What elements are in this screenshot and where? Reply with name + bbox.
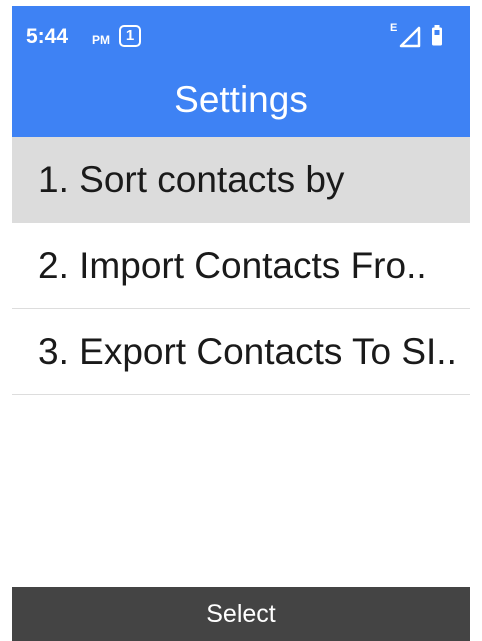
- select-softkey[interactable]: Select: [12, 587, 470, 641]
- status-bar: 5:44 PM 1 E: [12, 6, 470, 66]
- sim-slot-badge: 1: [119, 25, 141, 47]
- status-ampm: PM: [92, 33, 110, 47]
- signal-icon: [399, 26, 421, 48]
- menu-item-import-contacts[interactable]: 2. Import Contacts Fro..: [12, 223, 470, 309]
- status-time: 5:44: [26, 25, 69, 48]
- menu-item-export-contacts[interactable]: 3. Export Contacts To SI..: [12, 309, 470, 395]
- app-header: 5:44 PM 1 E Settings: [12, 6, 470, 137]
- network-type: E: [390, 22, 398, 34]
- menu-item-sort-contacts[interactable]: 1. Sort contacts by: [12, 137, 470, 223]
- softkey-bar: Select: [12, 587, 470, 641]
- settings-menu: 1. Sort contacts by 2. Import Contacts F…: [12, 137, 470, 395]
- battery-icon: [432, 25, 442, 46]
- phone-screen: 5:44 PM 1 E Settings 1. Sort contacts by…: [12, 6, 470, 641]
- page-title: Settings: [174, 79, 308, 120]
